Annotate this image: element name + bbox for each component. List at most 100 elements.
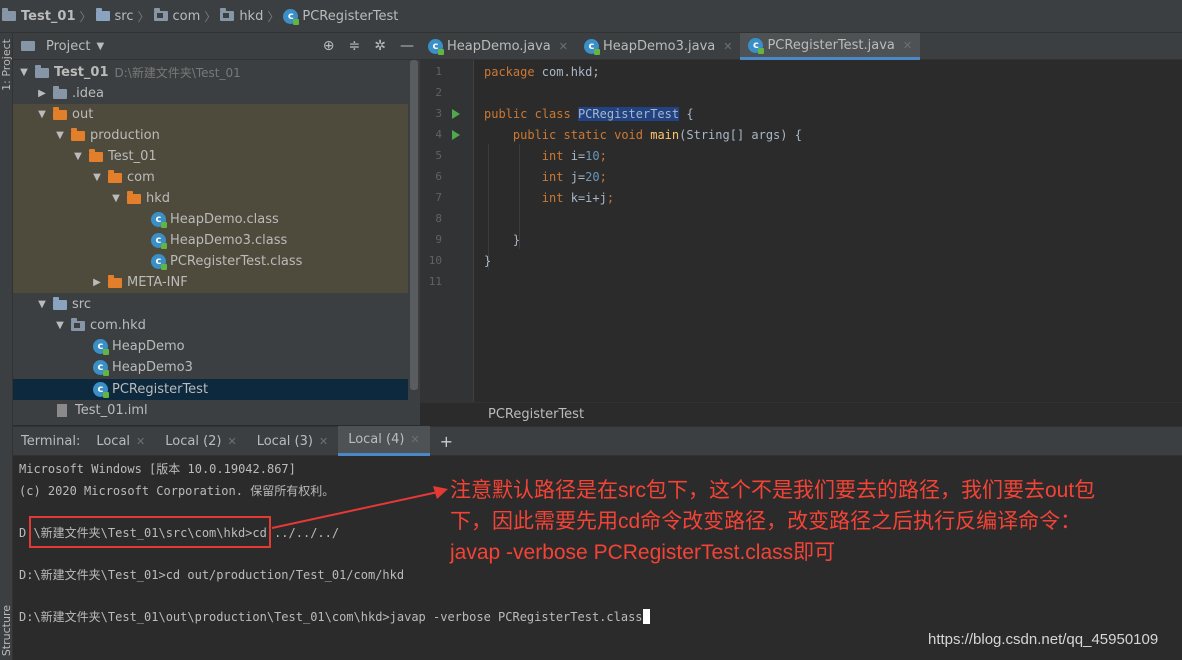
- code-line-4: public static void main(String[] args) {: [512, 128, 802, 142]
- expand-arrow-icon[interactable]: ▼: [109, 193, 123, 204]
- java-class-icon: c: [283, 8, 300, 25]
- collapse-arrow-icon[interactable]: ▶: [35, 88, 49, 99]
- tree-item-test01[interactable]: ▼ Test_01 D:\新建文件夹\Test_01: [13, 62, 408, 83]
- new-terminal-button[interactable]: +: [430, 426, 463, 456]
- expand-arrow-icon[interactable]: ▼: [53, 130, 67, 141]
- close-icon[interactable]: ✕: [903, 39, 912, 52]
- tree-item-out[interactable]: ▼ out: [13, 104, 408, 125]
- terminal-cursor: [642, 609, 650, 624]
- breadcrumb-class[interactable]: c PCRegisterTest: [283, 8, 398, 25]
- package-icon: [220, 8, 235, 21]
- collapse-arrow-icon[interactable]: ▶: [90, 277, 104, 288]
- expand-arrow-icon[interactable]: ▼: [71, 151, 85, 162]
- tree-item-heapdemo3[interactable]: c HeapDemo3: [13, 357, 408, 378]
- tab-pcregistertest-java[interactable]: c PCRegisterTest.java ✕: [740, 33, 921, 60]
- close-icon[interactable]: ✕: [319, 435, 328, 448]
- excluded-folder-icon: [71, 127, 85, 141]
- breadcrumb-hkd[interactable]: hkd: [220, 8, 263, 24]
- annotation-text: 注意默认路径是在src包下，这个不是我们要去的路径，我们要去out包 下，因此需…: [450, 475, 1170, 568]
- tab-heapdemo3-java[interactable]: c HeapDemo3.java ✕: [576, 33, 740, 60]
- close-icon[interactable]: ✕: [559, 40, 568, 53]
- terminal-prompt-line: D:\新建文件夹\Test_01\out\production\Test_01\…: [19, 608, 650, 625]
- expand-arrow-icon[interactable]: ▼: [17, 67, 31, 78]
- tree-item-production[interactable]: ▼ production: [13, 125, 408, 146]
- run-class-icon[interactable]: [452, 109, 460, 119]
- chevron-down-icon[interactable]: ▼: [96, 41, 104, 52]
- editor-breadcrumb-bar: PCRegisterTest: [420, 402, 1182, 426]
- tree-item-heapdemo3-class[interactable]: c HeapDemo3.class: [13, 230, 408, 251]
- editor-gutter: 1 2 3 4 5 6 7 8 9 10 11: [420, 60, 483, 402]
- project-view-selector[interactable]: Project: [46, 39, 90, 54]
- excluded-folder-icon: [89, 148, 103, 162]
- terminal-label: Terminal:: [21, 433, 81, 449]
- tree-item-pcregistertest[interactable]: c PCRegisterTest: [13, 379, 408, 400]
- line-number: 2: [435, 86, 442, 99]
- breadcrumb-com[interactable]: com: [153, 8, 200, 24]
- terminal-tab-local-3[interactable]: Local (3) ✕: [247, 426, 338, 456]
- tree-item-iml[interactable]: Test_01.iml: [13, 400, 408, 421]
- expand-arrow-icon[interactable]: ▼: [53, 320, 67, 331]
- code-line-7: int k=i+j;: [541, 191, 615, 205]
- navigation-breadcrumb: Test_01 〉 src 〉 com 〉 hkd 〉 c PCRegisterT…: [0, 0, 1182, 33]
- gear-icon[interactable]: ✲: [374, 38, 386, 54]
- source-folder-icon: [95, 8, 110, 21]
- line-number: 5: [435, 149, 442, 162]
- line-number: 9: [435, 233, 442, 246]
- tree-item-com-hkd[interactable]: ▼ com.hkd: [13, 315, 408, 336]
- tab-heapdemo-java[interactable]: c HeapDemo.java ✕: [420, 33, 576, 60]
- code-editor[interactable]: package com.hkd; public class PCRegister…: [474, 60, 1182, 402]
- line-number: 4: [435, 128, 442, 141]
- tree-item-heapdemo-class[interactable]: c HeapDemo.class: [13, 209, 408, 230]
- java-class-icon: c: [93, 339, 109, 355]
- project-tree: ▼ Test_01 D:\新建文件夹\Test_01 ▶ .idea ▼ out…: [13, 60, 420, 425]
- breadcrumb-separator-icon: 〉: [79, 9, 92, 24]
- left-tool-stripe: 1: Project Structure: [0, 33, 13, 660]
- code-line-9: }: [512, 233, 521, 247]
- editor-breadcrumb-class[interactable]: PCRegisterTest: [488, 407, 584, 422]
- expand-arrow-icon[interactable]: ▼: [90, 172, 104, 183]
- annotation-line-1: 注意默认路径是在src包下，这个不是我们要去的路径，我们要去out包: [450, 479, 1096, 502]
- annotation-arrow-icon: [271, 486, 448, 529]
- line-number: 7: [435, 191, 442, 204]
- tree-item-meta-inf[interactable]: ▶ META-INF: [13, 272, 408, 293]
- terminal-tab-local-4[interactable]: Local (4) ✕: [338, 426, 430, 456]
- tree-item-pcregistertest-class[interactable]: c PCRegisterTest.class: [13, 251, 408, 272]
- code-line-1: package com.hkd;: [484, 65, 600, 79]
- tree-item-src[interactable]: ▼ src: [13, 294, 408, 315]
- java-class-icon: c: [428, 39, 444, 55]
- close-icon[interactable]: ✕: [723, 40, 732, 53]
- terminal-line: Microsoft Windows [版本 10.0.19042.867]: [19, 462, 296, 476]
- expand-arrow-icon[interactable]: ▼: [35, 299, 49, 310]
- terminal-tab-local[interactable]: Local ✕: [86, 426, 155, 456]
- terminal-tab-bar: Terminal: Local ✕ Local (2) ✕ Local (3) ✕ L…: [13, 426, 1182, 456]
- code-line-5: int i=10;: [541, 149, 607, 163]
- editor-tab-bar: c HeapDemo.java ✕ c HeapDemo3.java ✕ c P…: [420, 33, 1182, 60]
- close-icon[interactable]: ✕: [136, 435, 145, 448]
- project-view-icon: [21, 41, 35, 51]
- hide-icon[interactable]: —: [400, 38, 414, 54]
- excluded-folder-icon: [108, 169, 122, 183]
- breadcrumb-src[interactable]: src: [95, 8, 134, 24]
- project-tool-window-button[interactable]: 1: Project: [0, 39, 13, 91]
- tree-item-test01-output[interactable]: ▼ Test_01: [13, 146, 408, 167]
- tree-item-heapdemo[interactable]: c HeapDemo: [13, 336, 408, 357]
- line-number: 1: [435, 65, 442, 78]
- tree-item-hkd-output[interactable]: ▼ hkd: [13, 188, 408, 209]
- project-tree-scrollbar[interactable]: [410, 60, 418, 390]
- java-class-icon: c: [583, 39, 600, 55]
- excluded-folder-icon: [127, 190, 141, 204]
- breadcrumb-project[interactable]: Test_01: [2, 8, 76, 24]
- java-class-icon: c: [748, 37, 765, 54]
- structure-tool-window-button[interactable]: Structure: [0, 605, 13, 656]
- locate-icon[interactable]: ⊕: [323, 38, 335, 54]
- expand-arrow-icon[interactable]: ▼: [35, 109, 49, 120]
- line-number: 6: [435, 170, 442, 183]
- close-icon[interactable]: ✕: [410, 433, 419, 446]
- close-icon[interactable]: ✕: [228, 435, 237, 448]
- tree-item-idea[interactable]: ▶ .idea: [13, 83, 408, 104]
- terminal-tab-local-2[interactable]: Local (2) ✕: [155, 426, 246, 456]
- package-icon: [71, 317, 85, 331]
- run-main-icon[interactable]: [452, 130, 460, 140]
- collapse-all-icon[interactable]: ≑: [349, 38, 361, 54]
- tree-item-com-output[interactable]: ▼ com: [13, 167, 408, 188]
